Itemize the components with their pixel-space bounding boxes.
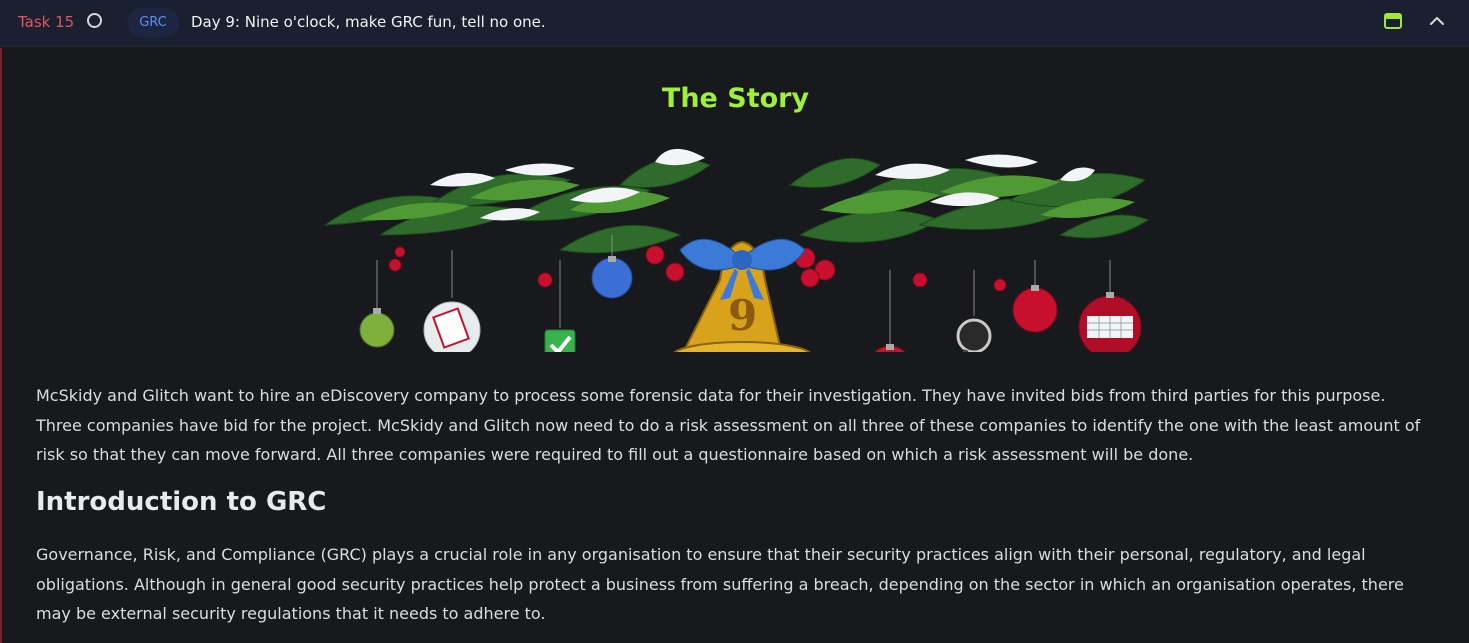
svg-text:9: 9 — [728, 291, 757, 340]
task-content: The Story 9 McSkidy and Glitch want to h… — [0, 48, 1469, 643]
category-tag: GRC — [127, 8, 179, 37]
story-paragraph: McSkidy and Glitch want to hire an eDisc… — [36, 386, 1421, 464]
christmas-garland-image: 9 — [323, 148, 1150, 352]
task-header[interactable]: Task 15 GRC Day 9: Nine o'clock, make GR… — [0, 0, 1469, 47]
empty-circle-icon[interactable] — [87, 13, 102, 28]
task-title[interactable]: Day 9: Nine o'clock, make GRC fun, tell … — [191, 12, 546, 32]
chevron-up-icon[interactable] — [1428, 12, 1446, 30]
task-number: Task 15 — [18, 13, 75, 31]
section-heading: Introduction to GRC — [36, 487, 327, 517]
story-title: The Story — [661, 83, 810, 114]
grc-paragraph: Governance, Risk, and Compliance (GRC) p… — [36, 545, 1404, 623]
window-icon[interactable] — [1384, 13, 1402, 29]
